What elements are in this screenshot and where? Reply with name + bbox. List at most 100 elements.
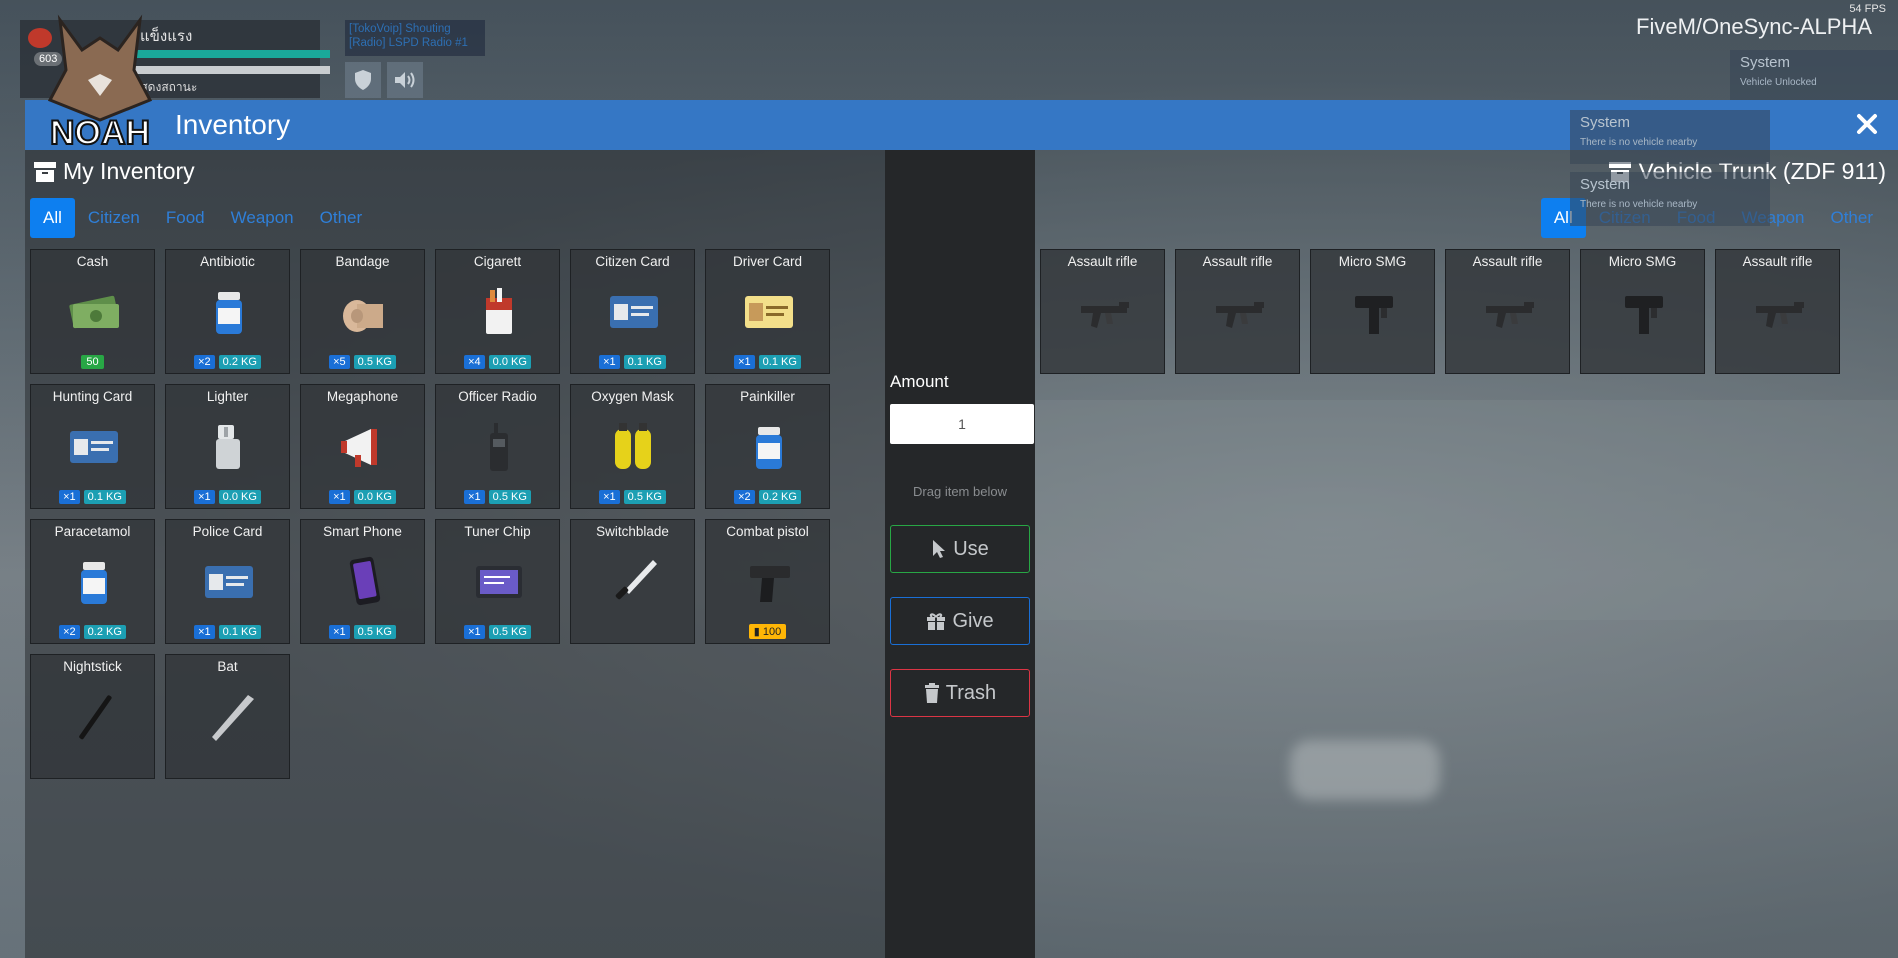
item-slot[interactable]: Oxygen Mask ×1 0.5 KG — [570, 384, 695, 509]
pill-bottle-icon — [756, 427, 782, 469]
shield-button[interactable] — [345, 62, 381, 98]
quantity-badge: ×1 — [599, 490, 620, 504]
count-badge: 50 — [81, 355, 104, 369]
item-badges: 50 — [31, 355, 154, 369]
item-badges: ×1 0.1 KG — [706, 355, 829, 369]
tab-food[interactable]: Food — [153, 198, 218, 238]
item-badges: ×1 0.1 KG — [31, 490, 154, 504]
smg-icon — [1625, 296, 1663, 334]
trash-label: Trash — [945, 681, 997, 704]
cash-icon — [69, 295, 119, 329]
item-badges: ▮ 100 — [706, 624, 829, 639]
item-name: Combat pistol — [726, 524, 809, 539]
window-title: Inventory — [175, 109, 291, 140]
quantity-badge: ×5 — [329, 355, 350, 369]
tab-other[interactable]: Other — [1817, 198, 1886, 238]
give-button[interactable]: Give — [890, 597, 1030, 645]
item-name: Lighter — [206, 389, 249, 404]
weight-badge: 0.5 KG — [623, 490, 666, 504]
cigarette-icon — [486, 288, 512, 334]
weight-badge: 0.5 KG — [488, 625, 531, 639]
tab-weapon[interactable]: Weapon — [218, 198, 307, 238]
server-logo: NOAH — [30, 10, 170, 153]
quantity-badge: ×4 — [464, 355, 485, 369]
item-slot[interactable]: Hunting Card ×1 0.1 KG — [30, 384, 155, 509]
trash-button[interactable]: Trash — [890, 669, 1030, 717]
item-name: Hunting Card — [52, 389, 133, 404]
item-name: Megaphone — [326, 389, 399, 404]
use-button[interactable]: Use — [890, 525, 1030, 573]
item-name: Bat — [217, 659, 238, 674]
knife-icon — [615, 560, 657, 600]
item-name: Paracetamol — [54, 524, 131, 539]
quantity-badge: ×1 — [599, 355, 620, 369]
item-badges: ×1 0.1 KG — [571, 355, 694, 369]
item-name: Driver Card — [732, 254, 802, 269]
quantity-badge: ×2 — [59, 625, 80, 639]
amount-input[interactable] — [890, 404, 1034, 444]
tab-citizen[interactable]: Citizen — [75, 198, 153, 238]
item-slot[interactable]: Assault rifle — [1715, 249, 1840, 374]
notification-text: There is no vehicle nearby — [1580, 137, 1698, 148]
item-slot[interactable]: Driver Card ×1 0.1 KG — [705, 249, 830, 374]
item-slot[interactable]: Tuner Chip ×1 0.5 KG — [435, 519, 560, 644]
item-slot[interactable]: Assault rifle — [1175, 249, 1300, 374]
item-badges: ×2 0.2 KG — [166, 355, 289, 369]
quantity-badge: ×2 — [194, 355, 215, 369]
weight-badge: 0.5 KG — [488, 490, 531, 504]
quantity-badge: ×2 — [734, 490, 755, 504]
close-icon — [1857, 114, 1877, 134]
tab-all[interactable]: All — [30, 198, 75, 238]
item-slot[interactable]: Assault rifle — [1040, 249, 1165, 374]
item-badges: ×5 0.5 KG — [301, 355, 424, 369]
notification: System There is no vehicle nearby — [1570, 110, 1770, 164]
item-slot[interactable]: Bandage ×5 0.5 KG — [300, 249, 425, 374]
item-slot[interactable]: Micro SMG — [1310, 249, 1435, 374]
item-name: Assault rifle — [1067, 254, 1138, 269]
item-slot[interactable]: Nightstick — [30, 654, 155, 779]
item-slot[interactable]: Antibiotic ×2 0.2 KG — [165, 249, 290, 374]
notification: System There is no vehicle nearby — [1570, 172, 1770, 226]
notification: System Vehicle Unlocked — [1730, 50, 1898, 104]
item-slot[interactable]: Micro SMG — [1580, 249, 1705, 374]
item-slot[interactable]: Cash 50 — [30, 249, 155, 374]
pill-bottle-icon — [81, 562, 107, 604]
item-slot[interactable]: Officer Radio ×1 0.5 KG — [435, 384, 560, 509]
logo-text: NOAH — [50, 114, 150, 150]
item-slot[interactable]: Switchblade — [570, 519, 695, 644]
item-badges: ×1 0.1 KG — [166, 625, 289, 639]
gift-icon — [927, 613, 946, 630]
item-slot[interactable]: Cigarett ×4 0.0 KG — [435, 249, 560, 374]
item-badges: ×1 0.5 KG — [301, 625, 424, 639]
item-slot[interactable]: Citizen Card ×1 0.1 KG — [570, 249, 695, 374]
weight-badge: 0.2 KG — [218, 355, 261, 369]
item-name: Assault rifle — [1742, 254, 1813, 269]
item-slot[interactable]: Paracetamol ×2 0.2 KG — [30, 519, 155, 644]
oxygen-tank-icon — [615, 423, 651, 469]
item-slot[interactable]: Smart Phone ×1 0.5 KG — [300, 519, 425, 644]
item-name: Switchblade — [596, 524, 669, 539]
item-name: Police Card — [192, 524, 263, 539]
weight-badge: 0.1 KG — [218, 625, 261, 639]
item-badges: ×1 0.0 KG — [301, 490, 424, 504]
item-slot[interactable]: Combat pistol ▮ 100 — [705, 519, 830, 644]
item-slot[interactable]: Lighter ×1 0.0 KG — [165, 384, 290, 509]
item-badges: ×2 0.2 KG — [31, 625, 154, 639]
item-slot[interactable]: Bat — [165, 654, 290, 779]
bandage-icon — [343, 300, 383, 332]
id-card-icon — [610, 296, 658, 328]
notification-title: System — [1740, 54, 1791, 71]
close-button[interactable] — [1850, 107, 1884, 141]
cursor-icon — [933, 540, 946, 558]
notification-title: System — [1580, 114, 1631, 131]
tablet-icon — [476, 566, 522, 598]
ammo-count: 100 — [762, 626, 782, 638]
tab-other[interactable]: Other — [307, 198, 376, 238]
item-slot[interactable]: Megaphone ×1 0.0 KG — [300, 384, 425, 509]
item-slot[interactable]: Painkiller ×2 0.2 KG — [705, 384, 830, 509]
item-slot[interactable]: Police Card ×1 0.1 KG — [165, 519, 290, 644]
item-slot[interactable]: Assault rifle — [1445, 249, 1570, 374]
volume-button[interactable] — [387, 62, 423, 98]
weight-badge: 0.2 KG — [83, 625, 126, 639]
rifle-icon — [1486, 302, 1534, 328]
